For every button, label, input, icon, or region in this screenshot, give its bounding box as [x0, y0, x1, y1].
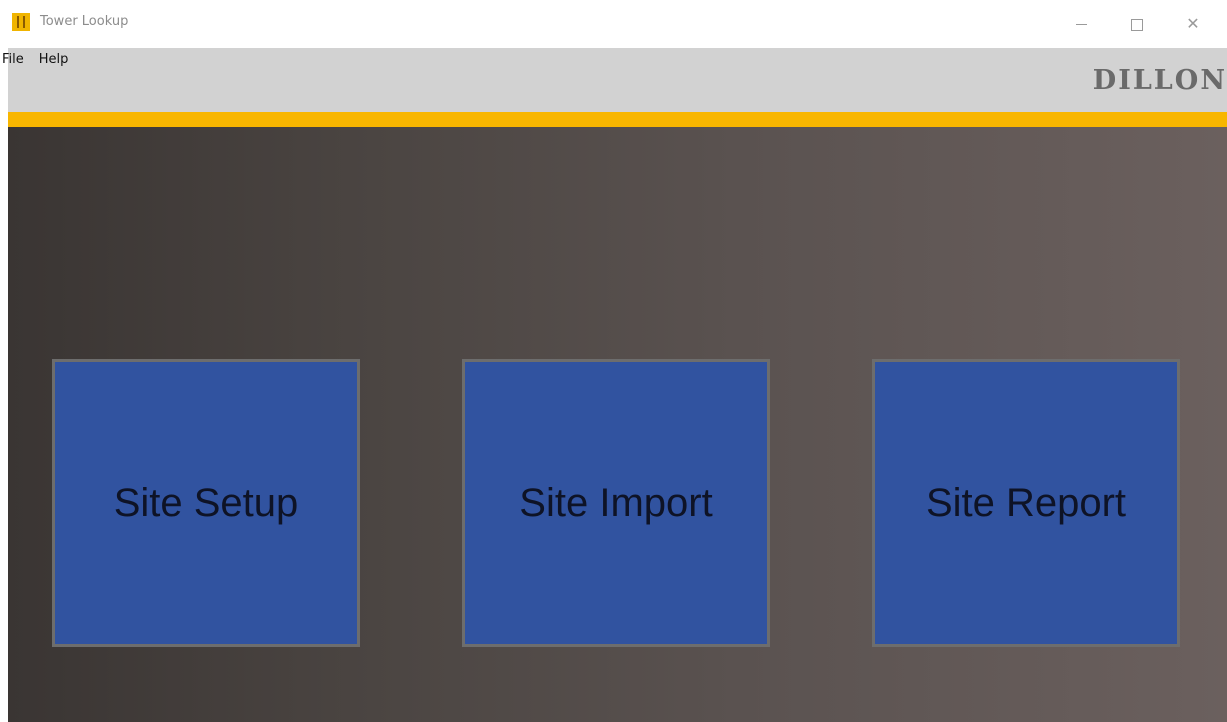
site-report-label: Site Report [925, 480, 1127, 525]
site-import-tile[interactable]: Site Import [462, 359, 770, 647]
site-setup-tile[interactable]: Site Setup [52, 359, 360, 647]
close-icon: ✕ [1186, 14, 1200, 33]
dillon-logo: DILLON [1092, 65, 1227, 96]
minimize-icon [1075, 24, 1087, 25]
app-window: Tower Lookup ✕ File Help DILLON Site Set… [0, 0, 1227, 722]
menu-bar: File Help [0, 51, 73, 69]
maximize-button[interactable] [1114, 8, 1160, 40]
title-bar[interactable]: Tower Lookup ✕ [0, 0, 1227, 48]
site-import-label: Site Import [519, 480, 713, 525]
tower-app-icon [12, 13, 30, 31]
minimize-button[interactable] [1058, 8, 1104, 40]
close-button[interactable]: ✕ [1170, 8, 1216, 40]
main-panel: Site Setup Site Import Site Report [8, 127, 1227, 722]
maximize-icon [1131, 18, 1143, 31]
accent-stripe [8, 112, 1227, 127]
window-title: Tower Lookup [40, 14, 129, 29]
header-band: File Help DILLON [2, 48, 1227, 112]
menu-help[interactable]: Help [37, 51, 74, 69]
site-setup-label: Site Setup [113, 480, 299, 525]
site-report-tile[interactable]: Site Report [872, 359, 1180, 647]
menu-file[interactable]: File [0, 51, 29, 69]
